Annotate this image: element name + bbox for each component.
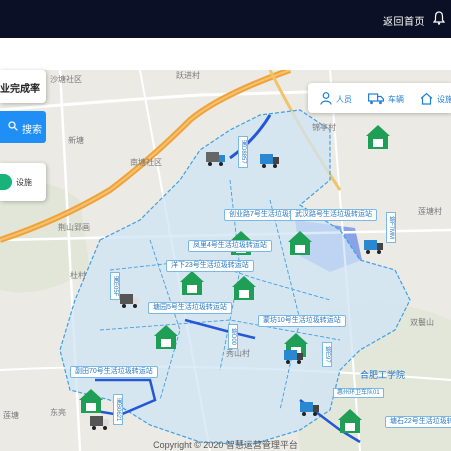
station-label[interactable]: 洋下23号生活垃圾转运站 — [166, 260, 254, 272]
station-label[interactable]: 蒙坊10号生活垃圾转运站 — [258, 315, 346, 327]
person-icon — [320, 92, 332, 105]
sub-header — [0, 38, 451, 70]
map-legend: 人员 车辆 设施 — [308, 83, 451, 113]
place-label: 锦亭村 — [312, 123, 336, 132]
truck-icon[interactable] — [284, 348, 304, 364]
truck-icon[interactable] — [364, 238, 384, 254]
station-marker-icon[interactable] — [232, 275, 256, 301]
place-label: 莲塘村 — [418, 207, 442, 216]
place-label: 沙塘社区 — [50, 75, 82, 84]
place-label: 莲塘 — [3, 411, 19, 420]
legend-personnel[interactable]: 人员 — [320, 92, 356, 105]
truck-legend-icon — [368, 93, 384, 105]
vehicle-label[interactable]: 闽B0621 — [113, 394, 123, 426]
place-label: 南塘社区 — [130, 158, 162, 167]
place-label: 杜村 — [70, 271, 86, 280]
truck-icon[interactable] — [206, 150, 226, 166]
place-label: 秀山村 — [226, 349, 250, 358]
school-label: 合肥工学院 — [360, 370, 406, 380]
vehicle-label[interactable]: 闽D8857 — [238, 136, 248, 168]
station-marker-icon[interactable] — [180, 270, 204, 296]
top-bar: 返回首页 — [0, 0, 451, 38]
vehicle-label[interactable]: 惠州环卫车队01 — [333, 388, 384, 398]
place-label: 荆山郢画 — [58, 223, 90, 232]
vehicle-label[interactable]: 皖D00 — [228, 324, 238, 350]
legend-facilities[interactable]: 设施 — [420, 92, 451, 105]
home-link[interactable]: 返回首页 — [383, 13, 425, 28]
map-area[interactable]: 沙塘社区 跃进村 新塘 南塘社区 锦亭村 荆山郢画 杜村 莲塘村 双鬟山 秀山村… — [0, 70, 451, 451]
station-label[interactable]: 凤里4号生活垃圾转运站 — [188, 240, 272, 252]
home-icon — [420, 92, 433, 105]
search-icon — [8, 121, 18, 131]
truck-icon[interactable] — [300, 400, 320, 416]
completion-rate-card[interactable]: 业完成率 — [0, 70, 46, 103]
place-label: 跃进村 — [176, 71, 200, 80]
facility-toggle[interactable]: 设施 — [0, 163, 46, 201]
station-label[interactable]: 副田70号生活垃圾转运站 — [70, 366, 158, 378]
station-marker-icon[interactable] — [338, 408, 362, 434]
station-label[interactable]: 塘园5号生活垃圾转运站 — [148, 302, 232, 314]
facility-label: 设施 — [16, 178, 32, 187]
search-label: 搜索 — [22, 125, 42, 136]
station-label[interactable]: 塘石22号生活垃圾转运站 — [385, 416, 451, 428]
copyright-footer: Copyright © 2020 智慧运营管理平台 — [153, 440, 298, 450]
truck-icon[interactable] — [260, 152, 280, 168]
station-marker-icon[interactable] — [79, 388, 103, 414]
station-marker-icon[interactable] — [366, 124, 390, 150]
facility-indicator — [0, 174, 12, 190]
truck-icon[interactable] — [90, 414, 110, 430]
station-marker-icon[interactable] — [288, 230, 312, 256]
truck-icon[interactable] — [120, 292, 140, 308]
vehicle-label[interactable]: 皖F7MM — [386, 212, 396, 243]
place-label: 东亮 — [50, 408, 66, 417]
completion-rate-title: 业完成率 — [0, 84, 40, 95]
vehicle-label[interactable]: 闽E05F — [110, 272, 120, 301]
station-label[interactable]: 武汉路号生活垃圾转运站 — [290, 209, 377, 221]
bell-icon[interactable] — [433, 11, 445, 25]
vehicle-label[interactable]: 皖E97 — [322, 342, 332, 367]
station-marker-icon[interactable] — [154, 324, 178, 350]
place-label: 新塘 — [68, 136, 84, 145]
legend-vehicles[interactable]: 车辆 — [368, 92, 408, 105]
place-label: 双鬟山 — [410, 318, 434, 327]
search-button[interactable]: 搜索 — [0, 111, 46, 143]
